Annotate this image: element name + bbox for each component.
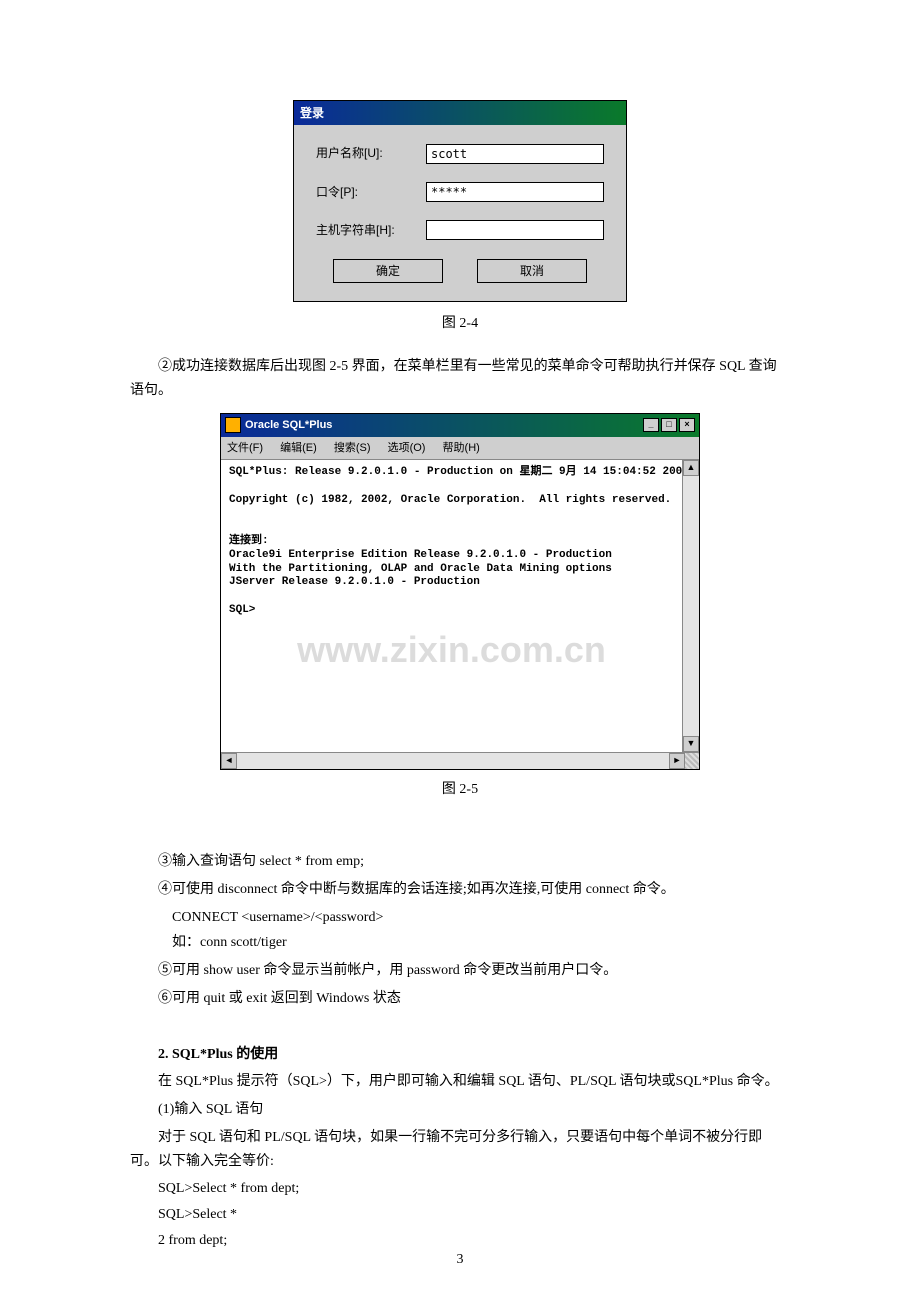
cancel-button[interactable]: 取消: [477, 259, 587, 283]
paragraph-3: ③输入查询语句 select * from emp;: [130, 850, 790, 874]
paragraph-2: ②成功连接数据库后出现图 2-5 界面，在菜单栏里有一些常见的菜单命令可帮助执行…: [130, 355, 790, 403]
paragraph-6: ⑥可用 quit 或 exit 返回到 Windows 状态: [130, 987, 790, 1011]
watermark-text: www.zixin.com.cn: [297, 627, 606, 672]
menu-file[interactable]: 文件(F): [227, 442, 263, 454]
sqlplus-title-text: Oracle SQL*Plus: [245, 416, 332, 435]
menu-options[interactable]: 选项(O): [388, 442, 426, 454]
resize-grip-icon[interactable]: [685, 753, 699, 769]
scroll-up-icon[interactable]: ▲: [683, 460, 699, 476]
sqlplus-console-output[interactable]: SQL*Plus: Release 9.2.0.1.0 - Production…: [221, 460, 682, 752]
login-dialog-body: 用户名称[U]: 口令[P]: 主机字符串[H]: 确定 取消: [294, 125, 626, 300]
username-label: 用户名称[U]:: [316, 143, 426, 163]
dialog-button-row: 确定 取消: [316, 259, 604, 283]
maximize-icon[interactable]: □: [661, 418, 677, 432]
hoststring-input[interactable]: [426, 220, 604, 240]
hoststring-row: 主机字符串[H]:: [316, 220, 604, 240]
figure-2-4-caption: 图 2-4: [130, 312, 790, 336]
menu-help[interactable]: 帮助(H): [443, 442, 480, 454]
sqlplus-menubar: 文件(F) 编辑(E) 搜索(S) 选项(O) 帮助(H): [221, 437, 699, 461]
vertical-scrollbar[interactable]: ▲ ▼: [682, 460, 699, 752]
paragraph-7: 在 SQL*Plus 提示符（SQL>）下，用户即可输入和编辑 SQL 语句、P…: [130, 1070, 790, 1094]
login-dialog: 登录 用户名称[U]: 口令[P]: 主机字符串[H]: 确定 取消: [293, 100, 627, 302]
close-icon[interactable]: ×: [679, 418, 695, 432]
minimize-icon[interactable]: _: [643, 418, 659, 432]
password-label: 口令[P]:: [316, 182, 426, 202]
sqlplus-titlebar: Oracle SQL*Plus _ □ ×: [221, 414, 699, 437]
page-number: 3: [0, 1248, 920, 1272]
figure-2-5-caption: 图 2-5: [130, 778, 790, 802]
hoststring-label: 主机字符串[H]:: [316, 220, 426, 240]
sqlplus-window: Oracle SQL*Plus _ □ × 文件(F) 编辑(E) 搜索(S) …: [220, 413, 700, 770]
paragraph-4b: 如：conn scott/tiger: [130, 931, 790, 955]
menu-search[interactable]: 搜索(S): [334, 442, 371, 454]
username-row: 用户名称[U]:: [316, 143, 604, 163]
paragraph-9a: SQL>Select * from dept;: [130, 1177, 790, 1201]
paragraph-5: ⑤可用 show user 命令显示当前帐户，用 password 命令更改当前…: [130, 959, 790, 983]
login-dialog-title: 登录: [294, 101, 626, 125]
paragraph-9b: SQL>Select *: [130, 1203, 790, 1227]
heading-2: 2. SQL*Plus 的使用: [130, 1043, 790, 1067]
username-input[interactable]: [426, 144, 604, 164]
horizontal-scrollbar[interactable]: ◄ ►: [221, 752, 699, 769]
ok-button[interactable]: 确定: [333, 259, 443, 283]
menu-edit[interactable]: 编辑(E): [280, 442, 317, 454]
paragraph-4: ④可使用 disconnect 命令中断与数据库的会话连接;如再次连接,可使用 …: [130, 878, 790, 902]
paragraph-8: (1)输入 SQL 语句: [130, 1098, 790, 1122]
scroll-right-icon[interactable]: ►: [669, 753, 685, 769]
paragraph-9: 对于 SQL 语句和 PL/SQL 语句块，如果一行输不完可分多行输入，只要语句…: [130, 1126, 790, 1174]
scroll-down-icon[interactable]: ▼: [683, 736, 699, 752]
scroll-left-icon[interactable]: ◄: [221, 753, 237, 769]
paragraph-4a: CONNECT <username>/<password>: [130, 906, 790, 930]
password-row: 口令[P]:: [316, 182, 604, 202]
password-input[interactable]: [426, 182, 604, 202]
sqlplus-app-icon: [225, 417, 241, 433]
